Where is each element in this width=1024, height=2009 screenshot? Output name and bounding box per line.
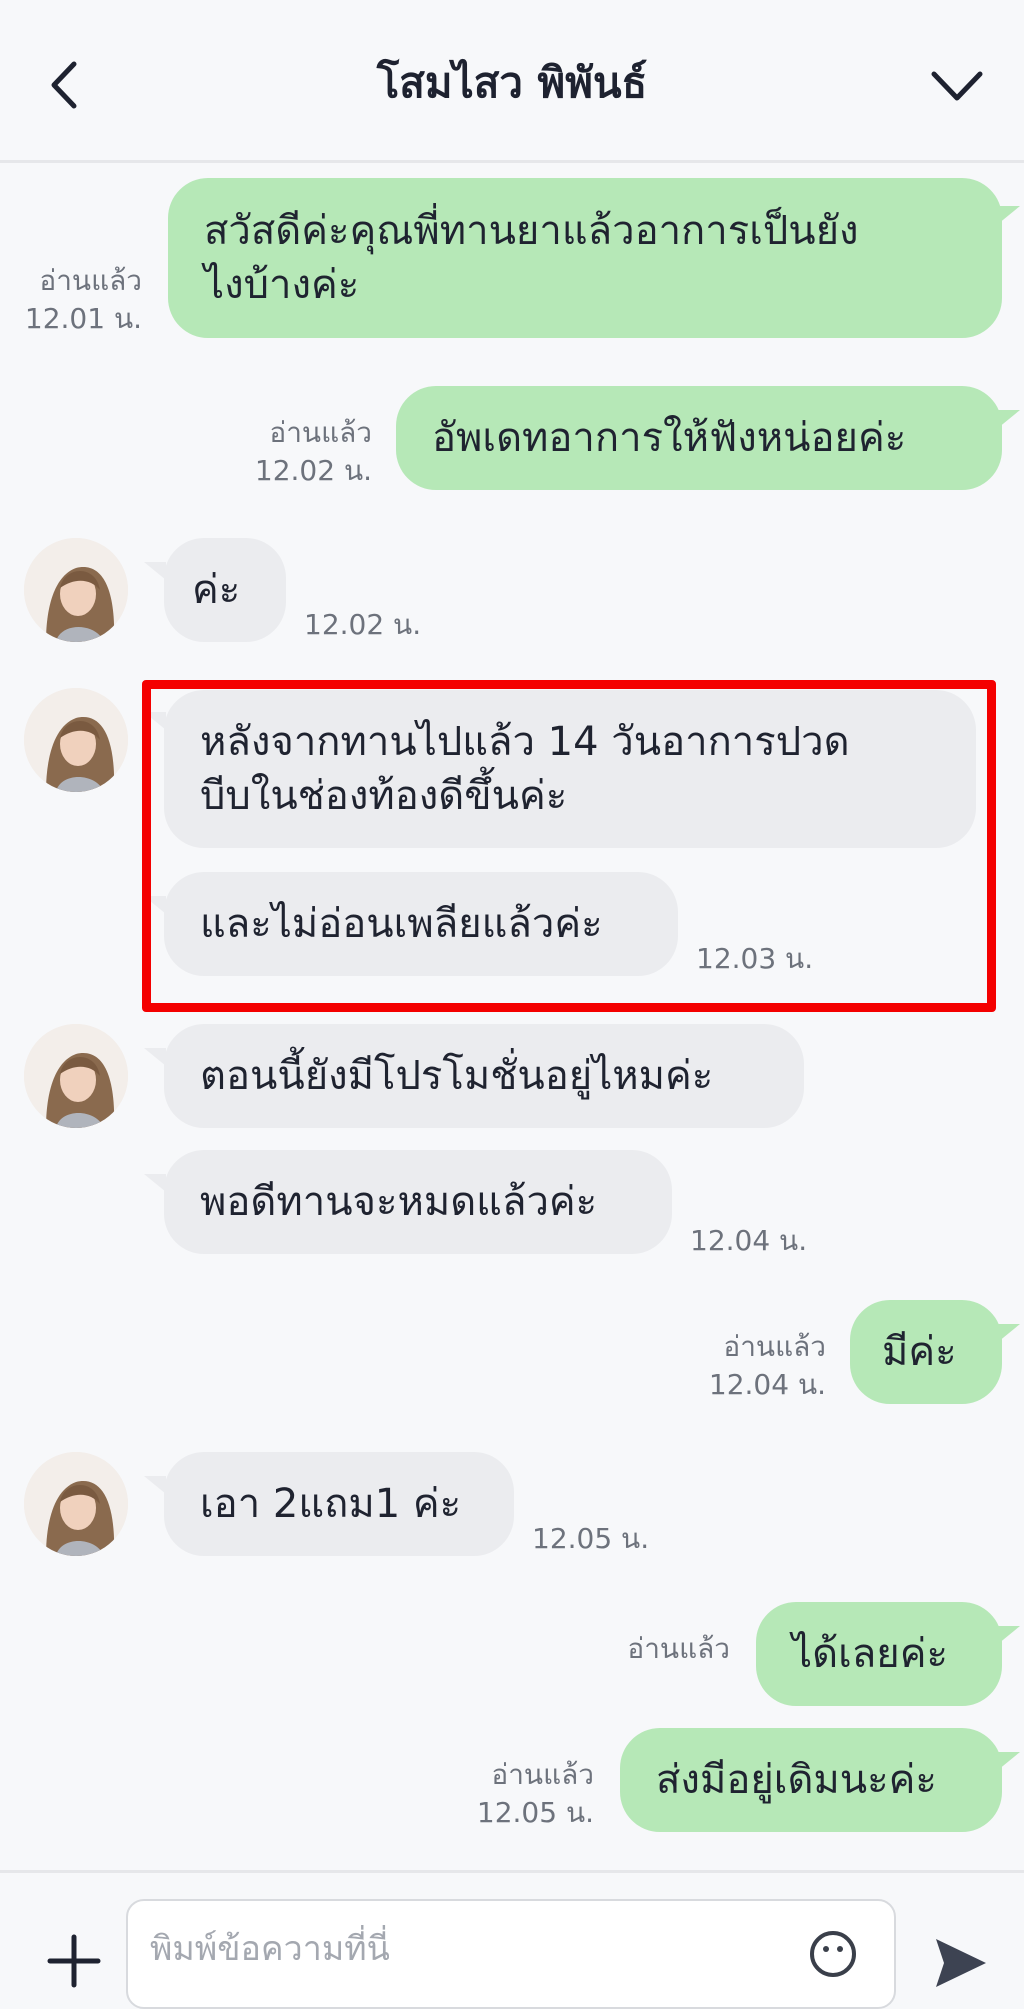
message-meta: อ่านแล้ว 12.05 น. — [430, 1756, 594, 1832]
message-meta: อ่านแล้ว — [580, 1630, 730, 1668]
send-icon[interactable] — [930, 1933, 990, 1993]
read-receipt: อ่านแล้ว — [491, 1758, 594, 1791]
message-meta: อ่านแล้ว 12.01 น. — [10, 262, 142, 338]
bubble-tail — [144, 1048, 166, 1066]
contact-avatar[interactable] — [24, 538, 128, 642]
read-receipt: อ่านแล้ว — [39, 264, 142, 297]
message-bubble-received[interactable]: ตอนนี้ยังมีโปรโมชั่นอยู่ไหมค่ะ — [164, 1024, 804, 1128]
message-time: 12.04 น. — [690, 1224, 808, 1257]
message-time: 12.05 น. — [532, 1522, 650, 1555]
bubble-tail — [998, 1752, 1020, 1770]
contact-avatar[interactable] — [24, 1452, 128, 1556]
message-time: 12.02 น. — [254, 454, 372, 487]
smiley-icon[interactable] — [808, 1929, 858, 1979]
message-meta: อ่านแล้ว 12.04 น. — [660, 1328, 826, 1404]
plus-icon[interactable] — [46, 1933, 102, 1989]
message-bubble-sent[interactable]: สวัสดีค่ะคุณพี่ทานยาแล้วอาการเป็นยัง ไงบ… — [168, 178, 1002, 338]
read-receipt: อ่านแล้ว — [723, 1330, 826, 1363]
bubble-tail — [144, 1476, 166, 1494]
bubble-tail — [998, 410, 1020, 428]
message-bubble-sent[interactable]: อัพเดทอาการให้ฟังหน่อยค่ะ — [396, 386, 1002, 490]
message-input[interactable]: พิมพ์ข้อความที่นี่ — [126, 1899, 896, 2009]
message-bubble-received[interactable]: เอา 2แถม1 ค่ะ — [164, 1452, 514, 1556]
message-time: 12.02 น. — [304, 608, 422, 641]
bubble-tail — [998, 1324, 1020, 1342]
bubble-tail — [998, 1626, 1020, 1644]
message-composer: พิมพ์ข้อความที่นี่ — [0, 1870, 1024, 2009]
message-bubble-sent[interactable]: ส่งมีอยู่เดิมนะค่ะ — [620, 1728, 1002, 1832]
highlight-box — [142, 680, 996, 1012]
message-bubble-sent[interactable]: ได้เลยค่ะ — [756, 1602, 1002, 1706]
contact-avatar[interactable] — [24, 1024, 128, 1128]
bubble-tail — [998, 206, 1020, 224]
contact-avatar[interactable] — [24, 688, 128, 792]
read-receipt: อ่านแล้ว — [627, 1632, 730, 1665]
message-meta: อ่านแล้ว 12.02 น. — [210, 414, 372, 490]
message-time: 12.05 น. — [476, 1796, 594, 1829]
chat-header: โสมไสว พิพันธ์ — [0, 0, 1024, 163]
bubble-tail — [144, 562, 166, 580]
chevron-down-icon[interactable] — [930, 66, 984, 106]
message-time: 12.04 น. — [708, 1368, 826, 1401]
chat-title: โสมไสว พิพันธ์ — [376, 58, 648, 107]
bubble-tail — [144, 1174, 166, 1192]
message-bubble-received[interactable]: ค่ะ — [164, 538, 286, 642]
read-receipt: อ่านแล้ว — [269, 416, 372, 449]
message-bubble-received[interactable]: พอดีทานจะหมดแล้วค่ะ — [164, 1150, 672, 1254]
message-bubble-sent[interactable]: มีค่ะ — [850, 1300, 1002, 1404]
message-time: 12.01 น. — [24, 302, 142, 335]
